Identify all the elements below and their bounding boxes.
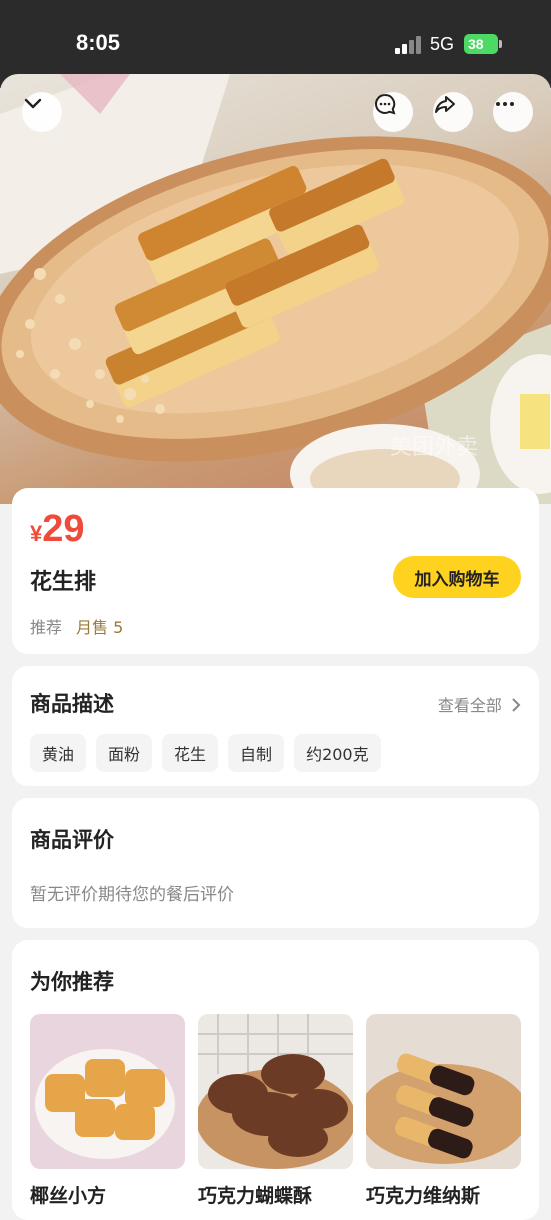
tag: 约200克 bbox=[294, 734, 381, 772]
tag: 自制 bbox=[228, 734, 285, 772]
share-button[interactable] bbox=[433, 92, 473, 132]
reviews-card: 商品评价 暂无评价期待您的餐后评价 bbox=[12, 798, 539, 928]
view-all-label: 查看全部 bbox=[437, 696, 502, 715]
recommend-item-image bbox=[30, 1014, 185, 1169]
peanut-bar-photo: 美团外卖 bbox=[0, 74, 551, 504]
reviews-empty-text: 暂无评价期待您的餐后评价 bbox=[30, 885, 234, 905]
tag: 黄油 bbox=[30, 734, 87, 772]
chat-bubble-icon bbox=[375, 93, 396, 115]
tag: 面粉 bbox=[96, 734, 153, 772]
recommend-label: 推荐 bbox=[30, 618, 63, 637]
reviews-title: 商品评价 bbox=[30, 828, 114, 852]
network-label: 5G bbox=[430, 34, 455, 54]
battery-level: 38 bbox=[468, 36, 484, 52]
view-all-link[interactable]: 查看全部 bbox=[438, 692, 521, 716]
tag: 花生 bbox=[162, 734, 219, 772]
description-title: 商品描述 bbox=[30, 692, 114, 716]
chat-button[interactable] bbox=[373, 92, 413, 132]
status-time: 8:05 bbox=[76, 30, 121, 55]
currency-symbol: ¥ bbox=[30, 521, 43, 546]
chevron-right-icon bbox=[512, 698, 521, 712]
product-name: 花生排 bbox=[30, 570, 97, 595]
recommend-item-image bbox=[198, 1014, 353, 1169]
signal-icon bbox=[395, 36, 423, 54]
share-icon bbox=[435, 96, 455, 113]
recommend-item-name: 椰丝小方 bbox=[30, 1185, 107, 1207]
recommend-item-name: 巧克力维纳斯 bbox=[366, 1185, 481, 1207]
more-button[interactable] bbox=[493, 92, 533, 132]
recommend-item-name: 巧克力蝴蝶酥 bbox=[198, 1185, 313, 1207]
description-card: 商品描述 查看全部 黄油 面粉 花生 自制 约200克 bbox=[12, 666, 539, 786]
recommend-item[interactable]: 巧克力维纳斯 bbox=[366, 1014, 521, 1208]
watermark-text: 美团外卖 bbox=[390, 435, 478, 460]
recommend-item[interactable]: 椰丝小方 bbox=[30, 1014, 185, 1208]
product-price: ¥29 bbox=[30, 508, 85, 551]
product-meta: 推荐 月售 5 bbox=[30, 614, 123, 638]
battery-tip bbox=[499, 40, 502, 48]
monthly-sales: 月售 5 bbox=[76, 618, 124, 637]
chevron-down-icon bbox=[24, 98, 42, 109]
recommend-card: 为你推荐 椰丝小方 巧克力蝴蝶酥 巧克力维纳斯 bbox=[12, 940, 539, 1220]
price-value: 29 bbox=[42, 508, 85, 550]
product-hero-image: 美团外卖 bbox=[0, 74, 551, 504]
recommend-item-image bbox=[366, 1014, 521, 1169]
tag-list: 黄油 面粉 花生 自制 约200克 bbox=[30, 734, 381, 772]
back-button[interactable] bbox=[22, 92, 62, 132]
add-to-cart-button[interactable]: 加入购物车 bbox=[393, 556, 521, 598]
recommend-item[interactable]: 巧克力蝴蝶酥 bbox=[198, 1014, 353, 1208]
recommend-title: 为你推荐 bbox=[30, 970, 114, 994]
battery-icon: 38 bbox=[464, 34, 498, 54]
product-info-card: ¥29 花生排 加入购物车 推荐 月售 5 bbox=[12, 488, 539, 654]
more-icon bbox=[496, 102, 514, 106]
